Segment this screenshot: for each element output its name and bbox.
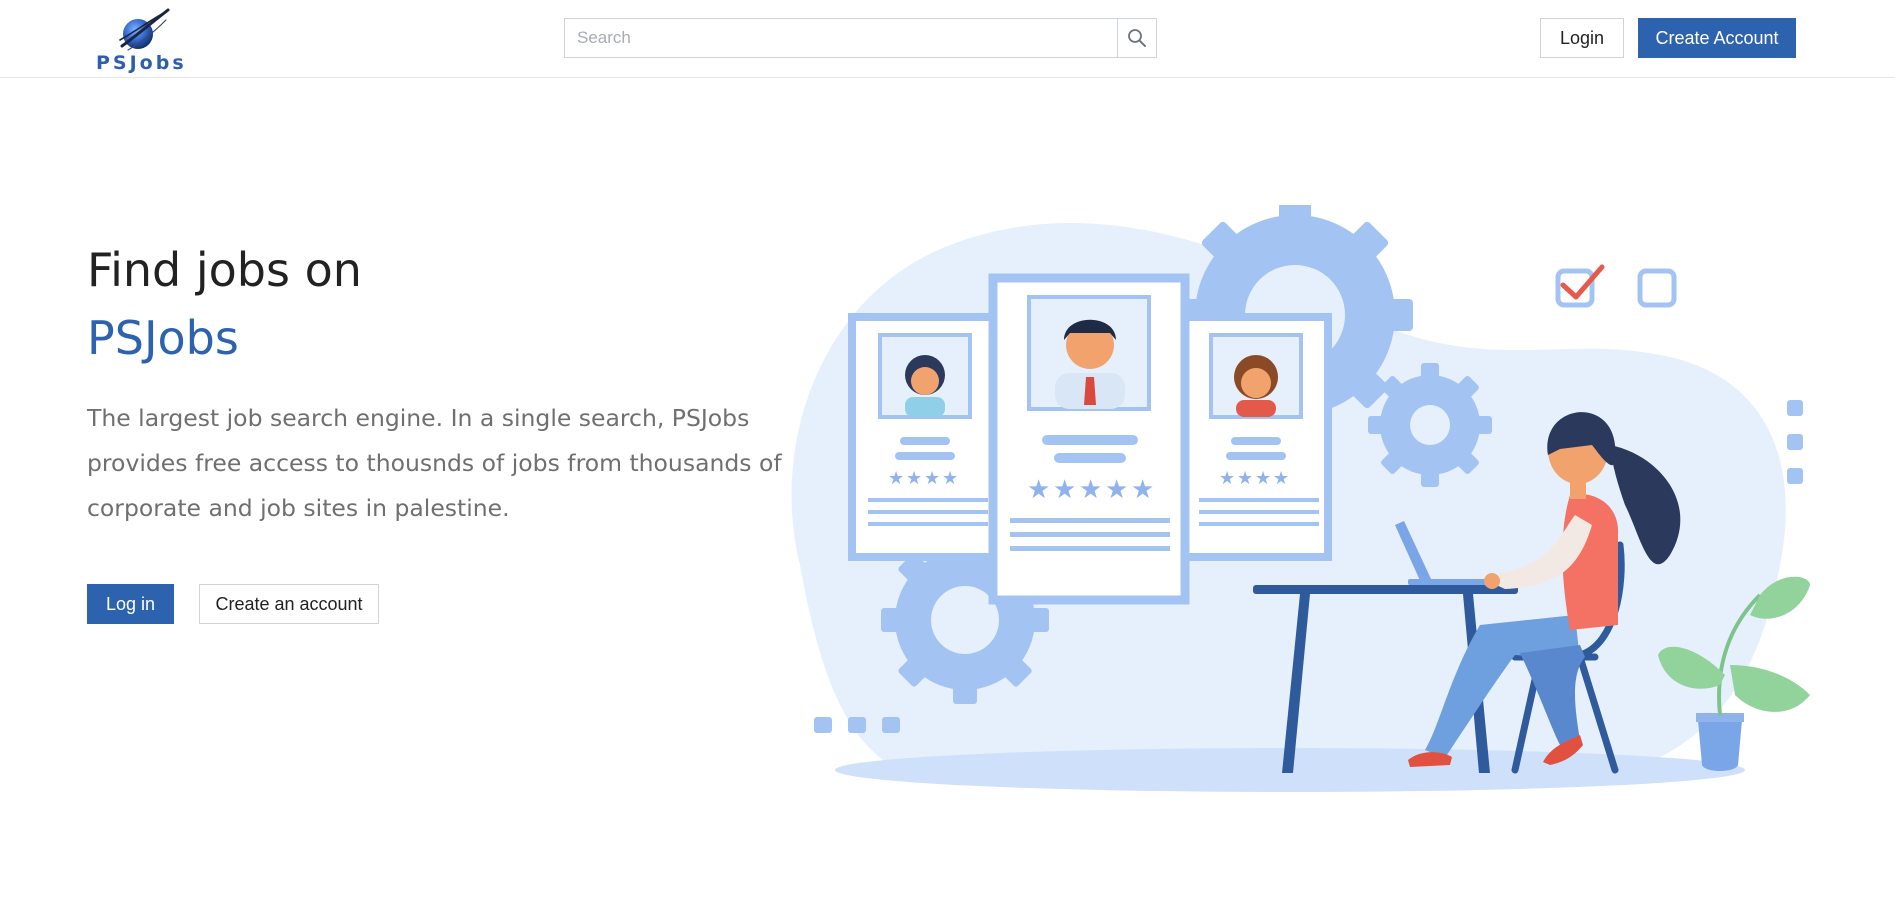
svg-text:★: ★ [942, 468, 958, 489]
svg-text:★: ★ [1053, 475, 1076, 505]
top-navbar: PSJobs Login Create Account [0, 0, 1895, 78]
medium-gear-icon [1368, 363, 1492, 487]
svg-text:★: ★ [888, 468, 904, 489]
svg-text:★: ★ [924, 468, 940, 489]
svg-text:★: ★ [1219, 468, 1235, 489]
site-logo[interactable]: PSJobs [96, 6, 186, 74]
create-account-button[interactable]: Create Account [1638, 18, 1796, 58]
candidate-card-center: ★ ★ ★ ★ ★ [988, 273, 1190, 605]
search-icon [1128, 29, 1146, 47]
search-button[interactable] [1117, 18, 1157, 58]
candidate-card-left: ★ ★ ★ ★ [848, 313, 1001, 561]
search-input[interactable] [564, 18, 1117, 58]
svg-text:★: ★ [1131, 475, 1154, 505]
svg-text:★: ★ [1237, 468, 1253, 489]
hero-description: The largest job search engine. In a sing… [87, 404, 782, 522]
checkbox-checked-icon [1555, 264, 1605, 308]
svg-text:★: ★ [1273, 468, 1289, 489]
job-search-illustration: ★ ★ ★ ★ ★ ★ ★ ★ ★ ★ ★ ★ ★ [791, 205, 1810, 792]
psjobs-logo-globe-icon [119, 8, 170, 51]
hero-login-button[interactable]: Log in [87, 584, 174, 624]
logo-text: PSJobs [96, 52, 187, 74]
svg-text:★: ★ [1105, 475, 1128, 505]
hero-title-line: Find jobs on [87, 243, 362, 297]
svg-text:★: ★ [1027, 475, 1050, 505]
hero-create-account-button[interactable]: Create an account [199, 584, 379, 624]
svg-text:★: ★ [906, 468, 922, 489]
candidate-card-right: ★ ★ ★ ★ [1179, 313, 1332, 561]
hero-title: Find jobs on PSJobs [87, 236, 362, 372]
checkbox-empty-icon [1637, 268, 1677, 308]
decor-dots-left [814, 717, 900, 733]
svg-text:★: ★ [1255, 468, 1271, 489]
search-bar [564, 18, 1157, 58]
hero-title-brand: PSJobs [87, 311, 239, 365]
svg-text:★: ★ [1079, 475, 1102, 505]
decor-dots-right [1787, 400, 1803, 484]
login-button[interactable]: Login [1540, 18, 1624, 58]
